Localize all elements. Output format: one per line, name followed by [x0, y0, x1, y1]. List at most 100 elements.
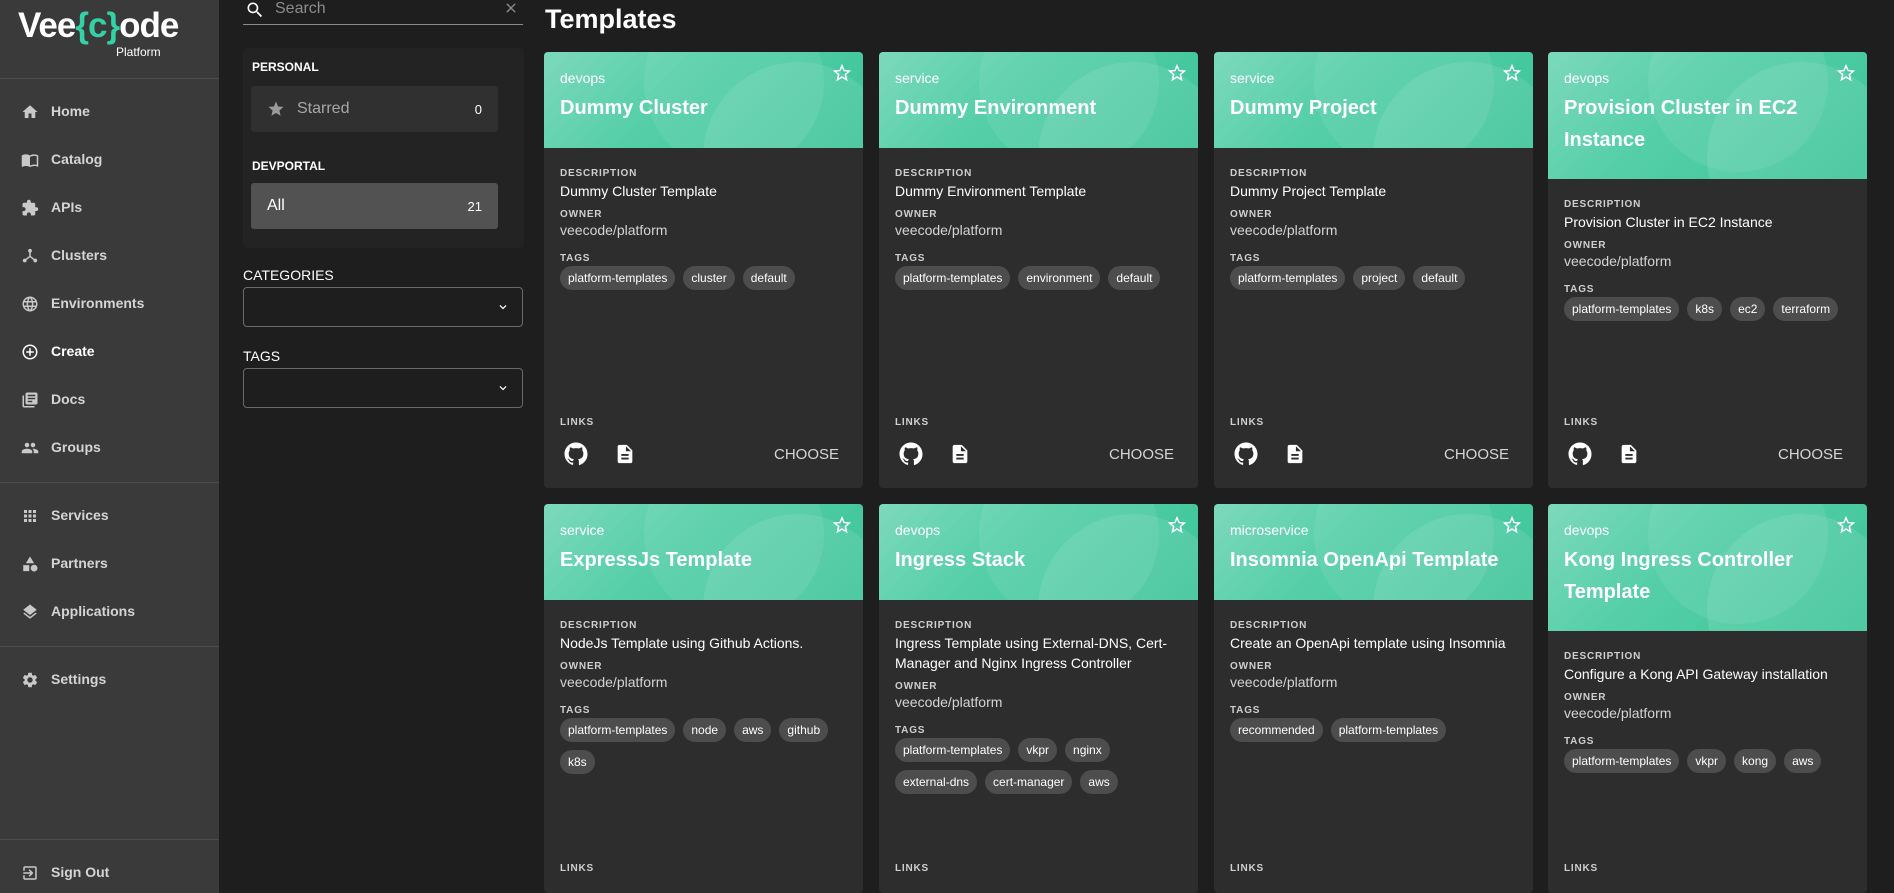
document-icon[interactable]	[1284, 443, 1304, 465]
sidebar-item-label: Home	[51, 103, 90, 119]
card-title: Dummy Environment	[895, 97, 1097, 119]
tag-chip[interactable]: k8s	[1687, 297, 1723, 321]
choose-button[interactable]: CHOOSE	[1109, 446, 1174, 463]
card-title: Insomnia OpenApi Template	[1230, 549, 1499, 571]
document-icon[interactable]	[1618, 443, 1638, 465]
tag-chip[interactable]: cluster	[683, 266, 735, 290]
links-heading: LINKS	[560, 417, 594, 428]
tag-chip[interactable]: project	[1353, 266, 1406, 290]
links-heading: LINKS	[1230, 863, 1264, 874]
tag-chip[interactable]: aws	[1080, 770, 1118, 794]
star-icon[interactable]	[1166, 62, 1188, 84]
all-filter[interactable]: All 21	[251, 183, 498, 229]
tag-chip[interactable]: platform-templates	[1230, 266, 1346, 290]
tag-chip[interactable]: github	[779, 718, 829, 742]
sidebar-item-create[interactable]: Create	[0, 331, 219, 371]
puzzle-icon	[20, 199, 40, 216]
tag-chip[interactable]: vkpr	[1018, 738, 1058, 762]
template-card: service Dummy Project DESCRIPTION Dummy Pro…	[1214, 52, 1533, 488]
tag-chip[interactable]: default	[742, 266, 795, 290]
github-icon[interactable]	[564, 442, 588, 466]
sidebar-item-settings[interactable]: Settings	[0, 659, 219, 699]
document-icon[interactable]	[949, 443, 969, 465]
star-icon[interactable]	[1166, 514, 1188, 536]
star-icon[interactable]	[1501, 514, 1523, 536]
search-input[interactable]	[275, 0, 495, 18]
tag-chip[interactable]: default	[1108, 266, 1161, 290]
tag-chip[interactable]: platform-templates	[895, 738, 1011, 762]
github-icon[interactable]	[899, 442, 923, 466]
star-icon[interactable]	[831, 514, 853, 536]
tags-heading: TAGS	[560, 705, 591, 716]
card-header: devops Dummy Cluster	[544, 52, 863, 148]
star-icon[interactable]	[1501, 62, 1523, 84]
sidebar-item-catalog[interactable]: Catalog	[0, 139, 219, 179]
links-heading: LINKS	[1564, 417, 1598, 428]
tag-chip[interactable]: recommended	[1230, 718, 1323, 742]
categories-select[interactable]	[243, 287, 523, 327]
choose-button[interactable]: CHOOSE	[774, 446, 839, 463]
github-icon[interactable]	[1234, 442, 1258, 466]
starred-label: Starred	[297, 100, 350, 117]
tag-chip[interactable]: platform-templates	[560, 266, 676, 290]
card-title: Provision Cluster in EC2 Instance	[1564, 97, 1798, 151]
tag-chip[interactable]: kong	[1734, 749, 1777, 773]
card-header: service ExpressJs Template	[544, 504, 863, 600]
sidebar-item-apis[interactable]: APIs	[0, 187, 219, 227]
owner-heading: OWNER	[1564, 692, 1607, 703]
tag-chip[interactable]: ec2	[1730, 297, 1766, 321]
document-icon[interactable]	[614, 443, 634, 465]
sidebar-item-applications[interactable]: Applications	[0, 591, 219, 631]
tag-chip[interactable]: terraform	[1773, 297, 1839, 321]
links-heading: LINKS	[1230, 417, 1264, 428]
sign-out-icon	[20, 864, 40, 881]
card-description: Provision Cluster in EC2 Instance	[1564, 214, 1773, 230]
choose-button[interactable]: CHOOSE	[1778, 446, 1843, 463]
template-card: devops Provision Cluster in EC2 Instance D…	[1548, 52, 1867, 488]
tag-chip[interactable]: environment	[1018, 266, 1101, 290]
sidebar-item-partners[interactable]: Partners	[0, 543, 219, 583]
tags-select[interactable]	[243, 368, 523, 408]
star-icon[interactable]	[1835, 514, 1857, 536]
tag-chip[interactable]: cert-manager	[985, 770, 1073, 794]
sidebar-item-home[interactable]: Home	[0, 91, 219, 131]
tag-chip[interactable]: vkpr	[1687, 749, 1727, 773]
tag-chip[interactable]: platform-templates	[1564, 749, 1680, 773]
description-heading: DESCRIPTION	[1230, 168, 1308, 179]
card-title: Dummy Project	[1230, 97, 1377, 119]
sidebar-item-docs[interactable]: Docs	[0, 379, 219, 419]
sidebar-divider	[0, 78, 219, 79]
tag-chip[interactable]: k8s	[560, 750, 595, 774]
card-description: NodeJs Template using Github Actions.	[560, 635, 804, 651]
sidebar-item-clusters[interactable]: Clusters	[0, 235, 219, 275]
sidebar-item-sign-out[interactable]: Sign Out	[0, 852, 219, 892]
sidebar-item-environments[interactable]: Environments	[0, 283, 219, 323]
tag-chip[interactable]: external-dns	[895, 770, 978, 794]
tag-chip[interactable]: default	[1413, 266, 1466, 290]
card-header: microservice Insomnia OpenApi Template	[1214, 504, 1533, 600]
tag-chip[interactable]: aws	[734, 718, 772, 742]
card-description: Ingress Template using External-DNS, Cer…	[895, 635, 1168, 671]
star-icon[interactable]	[1835, 62, 1857, 84]
card-description: Dummy Cluster Template	[560, 183, 717, 199]
owner-heading: OWNER	[895, 209, 938, 220]
card-type: devops	[560, 70, 606, 86]
logo[interactable]: Vee{c}ode Platform	[18, 6, 179, 62]
template-card: devops Kong Ingress Controller Template DE…	[1548, 504, 1867, 893]
star-icon[interactable]	[831, 62, 853, 84]
clear-search-icon[interactable]	[503, 0, 519, 16]
tag-chip[interactable]: platform-templates	[1330, 718, 1447, 742]
choose-button[interactable]: CHOOSE	[1444, 446, 1509, 463]
sidebar-item-groups[interactable]: Groups	[0, 427, 219, 467]
all-label: All	[267, 197, 285, 214]
tag-chip[interactable]: aws	[1784, 749, 1822, 773]
tag-chip[interactable]: nginx	[1065, 738, 1110, 762]
tag-list: recommended platform-templates	[1230, 718, 1520, 742]
tag-chip[interactable]: platform-templates	[895, 266, 1011, 290]
starred-filter[interactable]: Starred 0	[251, 86, 498, 132]
sidebar-item-services[interactable]: Services	[0, 495, 219, 535]
tag-chip[interactable]: platform-templates	[1564, 297, 1680, 321]
tag-chip[interactable]: node	[683, 718, 727, 742]
tag-chip[interactable]: platform-templates	[560, 718, 676, 742]
github-icon[interactable]	[1568, 442, 1592, 466]
